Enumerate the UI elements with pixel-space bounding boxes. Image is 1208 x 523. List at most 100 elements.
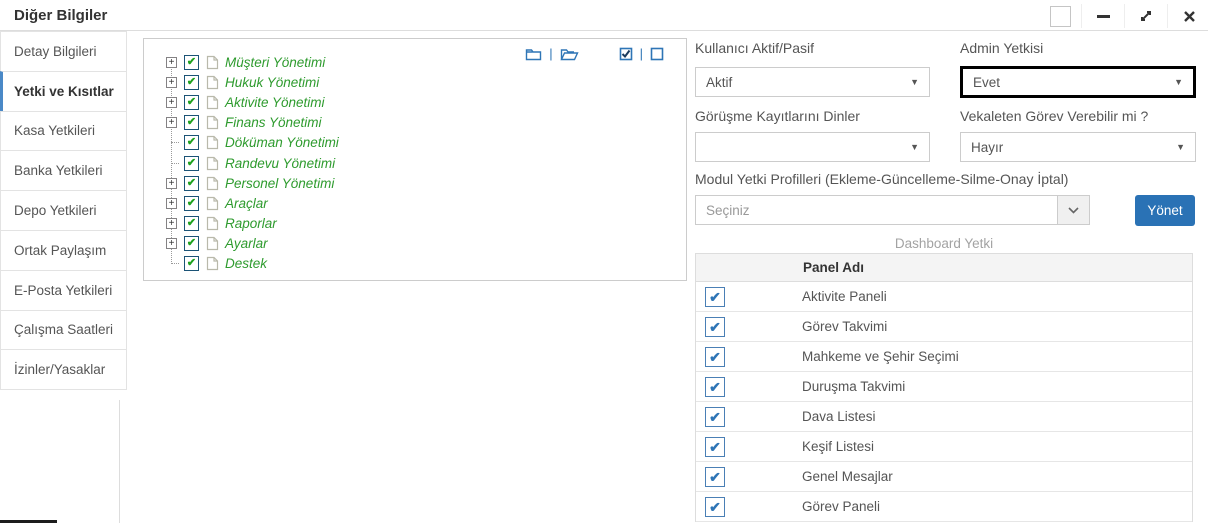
window-controls bbox=[1047, 3, 1202, 29]
document-icon bbox=[206, 196, 219, 211]
maximize-button[interactable] bbox=[1133, 4, 1159, 28]
dashboard-yetki-title: Dashboard Yetki bbox=[894, 236, 994, 251]
sidebar-tab-kasa-yetkileri[interactable]: Kasa Yetkileri bbox=[0, 110, 127, 152]
tree-item-label[interactable]: Randevu Yönetimi bbox=[225, 156, 335, 171]
row-checkbox[interactable]: ✔ bbox=[705, 346, 725, 367]
tree-checkbox[interactable]: ✔ bbox=[184, 195, 199, 211]
tree-item-label[interactable]: Döküman Yönetimi bbox=[225, 135, 339, 150]
expand-icon[interactable]: + bbox=[166, 238, 177, 250]
tree-checkbox[interactable]: ✔ bbox=[184, 135, 199, 151]
tree-toolbar: | | bbox=[525, 46, 664, 61]
sidebar-tab-depo-yetkileri[interactable]: Depo Yetkileri bbox=[0, 190, 127, 231]
checkmark: ✔ bbox=[186, 196, 197, 209]
tree-item-label[interactable]: Aktivite Yönetimi bbox=[225, 95, 325, 110]
tree-item-label[interactable]: Müşteri Yönetimi bbox=[225, 55, 325, 70]
expand-icon[interactable]: + bbox=[166, 117, 177, 129]
restore-button[interactable] bbox=[1047, 4, 1073, 28]
checkmark: ✔ bbox=[709, 438, 721, 455]
row-checkbox[interactable]: ✔ bbox=[705, 496, 725, 517]
tree-branch-stub bbox=[166, 258, 179, 269]
sidebar-tab-ortak-paylasim[interactable]: Ortak Paylaşım bbox=[0, 229, 127, 271]
tree-checkbox[interactable]: ✔ bbox=[184, 74, 199, 90]
row-checkbox[interactable]: ✔ bbox=[705, 286, 725, 307]
row-label: Dava Listesi bbox=[802, 409, 876, 424]
tree-checkbox[interactable]: ✔ bbox=[184, 54, 199, 70]
sidebar-tab-banka-yetkileri[interactable]: Banka Yetkileri bbox=[0, 150, 127, 192]
collapse-all-folder-icon[interactable] bbox=[525, 47, 542, 61]
expand-icon[interactable]: + bbox=[166, 177, 177, 189]
tree-item-label[interactable]: Ayarlar bbox=[225, 236, 268, 251]
tree-item: + ✔ Araçlar bbox=[162, 193, 339, 213]
tree-item-label[interactable]: Hukuk Yönetimi bbox=[225, 75, 319, 90]
divider: | bbox=[549, 46, 553, 61]
tab-label: Banka Yetkileri bbox=[14, 163, 103, 179]
tree-checkbox[interactable]: ✔ bbox=[184, 155, 199, 171]
manage-button[interactable]: Yönet bbox=[1135, 195, 1195, 226]
gorusme-select[interactable]: ▼ bbox=[695, 132, 930, 162]
tree-checkbox[interactable]: ✔ bbox=[184, 236, 199, 252]
document-icon bbox=[206, 115, 219, 130]
uncheck-all-icon[interactable] bbox=[650, 47, 664, 61]
row-checkbox[interactable]: ✔ bbox=[705, 436, 725, 457]
document-icon bbox=[206, 256, 219, 271]
tree-item-label[interactable]: Destek bbox=[225, 256, 267, 271]
tab-label: Depo Yetkileri bbox=[14, 203, 97, 219]
titlebar: Diğer Bilgiler bbox=[0, 0, 1208, 31]
document-icon bbox=[206, 216, 219, 231]
checkmark: ✔ bbox=[186, 217, 197, 230]
sidebar-tab-yetki-ve-kisitlar[interactable]: Yetki ve Kısıtlar bbox=[0, 70, 127, 112]
tree-item-label[interactable]: Finans Yönetimi bbox=[225, 115, 322, 130]
minimize-button[interactable] bbox=[1090, 4, 1116, 28]
checkmark: ✔ bbox=[186, 95, 197, 108]
tab-label: Yetki ve Kısıtlar bbox=[14, 83, 114, 99]
row-checkbox[interactable]: ✔ bbox=[705, 376, 725, 397]
table-row: ✔ Mahkeme ve Şehir Seçimi bbox=[696, 342, 1192, 372]
expand-icon[interactable]: + bbox=[166, 76, 177, 88]
tree-checkbox[interactable]: ✔ bbox=[184, 94, 199, 110]
tree-item: + ✔ Personel Yönetimi bbox=[162, 173, 339, 193]
kullanici-aktif-select[interactable]: Aktif ▼ bbox=[695, 67, 930, 97]
tree-checkbox[interactable]: ✔ bbox=[184, 256, 199, 272]
tree-checkbox[interactable]: ✔ bbox=[184, 216, 199, 232]
tree-item-label[interactable]: Araçlar bbox=[225, 196, 268, 211]
sidebar-tab-izinler-yasaklar[interactable]: İzinler/Yasaklar bbox=[0, 349, 127, 391]
tree-item: + ✔ Müşteri Yönetimi bbox=[162, 52, 339, 72]
sidebar-tab-detay-bilgileri[interactable]: Detay Bilgileri bbox=[0, 31, 127, 72]
modul-yetki-combobox[interactable]: Seçiniz bbox=[695, 195, 1090, 225]
tree-item: + ✔ Aktivite Yönetimi bbox=[162, 92, 339, 112]
checkmark: ✔ bbox=[186, 75, 197, 88]
table-row: ✔ Dava Listesi bbox=[696, 402, 1192, 432]
checkmark: ✔ bbox=[186, 136, 197, 149]
tab-label: Kasa Yetkileri bbox=[14, 123, 96, 139]
permissions-tree-panel: | | + ✔ Müşteri Yönetimi + ✔ Hukuk Yönet… bbox=[143, 38, 687, 281]
chevron-down-icon bbox=[1068, 206, 1079, 214]
checkmark: ✔ bbox=[709, 468, 721, 485]
select-value: Evet bbox=[973, 74, 1001, 90]
expand-icon[interactable]: + bbox=[166, 96, 177, 108]
row-label: Görev Paneli bbox=[802, 499, 881, 514]
close-button[interactable] bbox=[1176, 4, 1202, 28]
vekaleten-label: Vekaleten Görev Verebilir mi ? bbox=[960, 108, 1149, 124]
sidebar-tab-calisma-saatleri[interactable]: Çalışma Saatleri bbox=[0, 309, 127, 351]
sidebar-tab-eposta-yetkileri[interactable]: E-Posta Yetkileri bbox=[0, 269, 127, 311]
admin-yetkisi-select[interactable]: Evet ▼ bbox=[960, 66, 1196, 98]
vekaleten-select[interactable]: Hayır ▼ bbox=[960, 132, 1196, 162]
document-icon bbox=[206, 176, 219, 191]
row-checkbox[interactable]: ✔ bbox=[705, 406, 725, 427]
expand-icon[interactable]: + bbox=[166, 218, 177, 230]
tree-branch-stub bbox=[166, 137, 179, 148]
expand-icon[interactable]: + bbox=[166, 197, 177, 209]
tree-checkbox[interactable]: ✔ bbox=[184, 175, 199, 191]
combobox-dropdown-button[interactable] bbox=[1057, 196, 1089, 224]
tree-item-label[interactable]: Personel Yönetimi bbox=[225, 176, 334, 191]
row-checkbox[interactable]: ✔ bbox=[705, 466, 725, 487]
expand-all-folder-icon[interactable] bbox=[560, 47, 579, 61]
check-all-icon[interactable] bbox=[619, 47, 633, 61]
divider: | bbox=[639, 46, 643, 61]
tree-item-label[interactable]: Raporlar bbox=[225, 216, 277, 231]
tree-checkbox[interactable]: ✔ bbox=[184, 115, 199, 131]
expand-icon[interactable]: + bbox=[166, 56, 177, 68]
tree-item: ✔ Döküman Yönetimi bbox=[162, 133, 339, 153]
document-icon bbox=[206, 95, 219, 110]
row-checkbox[interactable]: ✔ bbox=[705, 316, 725, 337]
